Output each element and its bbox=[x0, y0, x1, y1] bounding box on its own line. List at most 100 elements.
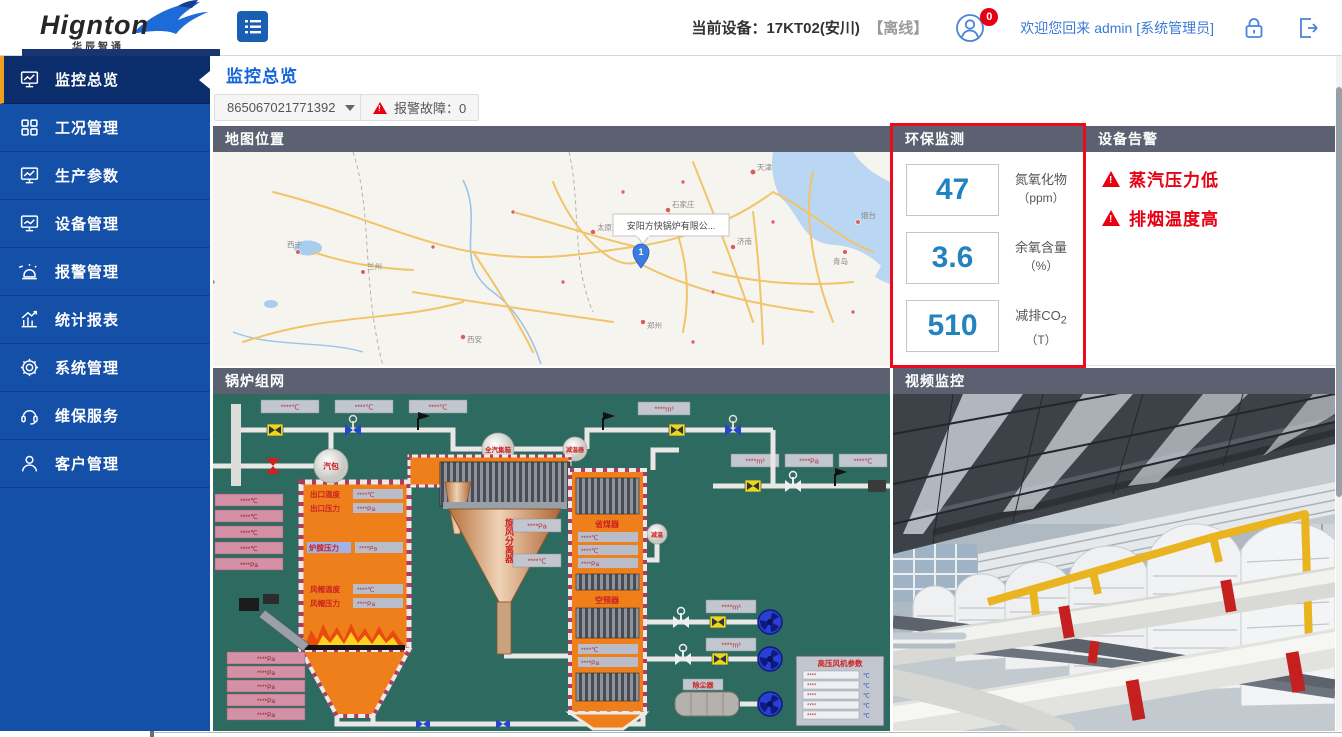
sidebar-item-label: 客户管理 bbox=[55, 453, 119, 474]
sidebar-item-production-params[interactable]: 生产参数 bbox=[0, 152, 210, 200]
svg-text:℃: ℃ bbox=[863, 673, 870, 680]
horizontal-scrollbar-thumb[interactable] bbox=[150, 731, 154, 737]
svg-text:****Pa: ****Pa bbox=[799, 459, 819, 466]
alarm-icon bbox=[18, 261, 40, 283]
grid-icon bbox=[18, 117, 40, 139]
device-select-value: 865067021771392 bbox=[227, 100, 335, 115]
steam-drum: 汽包 bbox=[314, 449, 348, 483]
sidebar-item-statistics[interactable]: 统计报表 bbox=[0, 296, 210, 344]
svg-text:****m³: ****m³ bbox=[721, 605, 741, 612]
username: admin bbox=[1094, 20, 1132, 36]
notification-badge: 0 bbox=[980, 8, 998, 26]
map-canvas[interactable]: 西宁 兰州 西安 太原 石家庄 天津 济南 青岛 烟台 郑州 安阳方快锅炉有限公… bbox=[213, 152, 890, 366]
sidebar-item-label: 系统管理 bbox=[55, 357, 119, 378]
hp-fan-parameter-panel: 高压风机参数 ****℃ ****℃ ****℃ ****℃ ****℃ bbox=[796, 656, 884, 726]
svg-text:安阳方快锅炉有限公...: 安阳方快锅炉有限公... bbox=[627, 220, 716, 231]
svg-text:****℃: ****℃ bbox=[240, 545, 257, 553]
furnace: 出口温度 ****℃ 出口压力 ****Pa 炉膛压力 ****Pa 风帽温度 … bbox=[301, 482, 409, 716]
device-status: 【离线】 bbox=[868, 20, 928, 37]
economizer-airpreheater-column: 省煤器 ****℃ ****℃ ****Pa 空预器 ****℃ ****Pa bbox=[570, 470, 645, 729]
sidebar-toggle-button[interactable] bbox=[237, 11, 268, 42]
metric-co2-label: 减排CO2 （T） bbox=[1003, 306, 1079, 350]
svg-text:****m³: ****m³ bbox=[745, 459, 765, 466]
vertical-scrollbar[interactable] bbox=[1336, 56, 1342, 731]
sidebar-item-customer-mgmt[interactable]: 客户管理 bbox=[0, 440, 210, 488]
device-alerts-panel: 设备告警 蒸汽压力低 排烟温度高 bbox=[1086, 126, 1335, 366]
boiler-network-panel: 锅炉组网 ****℃ ****℃ ****℃ ****m³ ****m³ ***… bbox=[213, 368, 890, 731]
alarm-fault-label: 报警故障：0 bbox=[394, 98, 466, 117]
svg-text:汽包: 汽包 bbox=[323, 461, 339, 471]
svg-text:减温: 减温 bbox=[651, 531, 663, 539]
svg-text:石家庄: 石家庄 bbox=[672, 199, 695, 209]
sidebar-item-condition-mgmt[interactable]: 工况管理 bbox=[0, 104, 210, 152]
alerts-panel-title: 设备告警 bbox=[1086, 126, 1335, 152]
chevron-down-icon bbox=[345, 105, 355, 111]
svg-text:太原: 太原 bbox=[597, 222, 612, 232]
metric-oxygen: 3.6 余氧含量 （%） bbox=[893, 232, 1083, 288]
welcome-text: 欢迎您回来 bbox=[1020, 20, 1090, 36]
metric-oxygen-value: 3.6 bbox=[906, 232, 999, 284]
sidebar-item-label: 监控总览 bbox=[55, 69, 119, 90]
svg-text:高压风机参数: 高压风机参数 bbox=[818, 658, 863, 668]
svg-text:****℃: ****℃ bbox=[854, 459, 873, 466]
svg-text:℃: ℃ bbox=[863, 713, 870, 720]
top-bar: Hignton 华辰智通 当前设备：17KT02(安川) 【离线】 bbox=[0, 0, 1342, 56]
sidebar-item-system-mgmt[interactable]: 系统管理 bbox=[0, 344, 210, 392]
svg-text:****Pa: ****Pa bbox=[257, 712, 275, 719]
device-select-dropdown[interactable]: 865067021771392 bbox=[214, 94, 368, 121]
chart-icon bbox=[18, 309, 40, 331]
notification-user[interactable]: 0 bbox=[954, 12, 994, 44]
svg-text:济南: 济南 bbox=[737, 236, 752, 246]
svg-text:青岛: 青岛 bbox=[833, 256, 848, 266]
sidebar-item-alarm-mgmt[interactable]: 报警管理 bbox=[0, 248, 210, 296]
env-panel-title: 环保监测 bbox=[893, 126, 1083, 152]
svg-text:℃: ℃ bbox=[863, 693, 870, 700]
svg-text:****Pa: ****Pa bbox=[527, 524, 547, 531]
env-panel: 环保监测 47 氮氧化物 （ppm） 3.6 余氧含量 （%） 510 减排CO… bbox=[893, 126, 1083, 366]
svg-text:天津: 天津 bbox=[757, 163, 772, 172]
video-panel-title: 视频监控 bbox=[893, 368, 1335, 394]
sidebar-item-label: 设备管理 bbox=[55, 213, 119, 234]
app-root: Hignton 华辰智通 当前设备：17KT02(安川) 【离线】 bbox=[0, 0, 1342, 737]
svg-text:****℃: ****℃ bbox=[528, 559, 547, 566]
sidebar-item-monitor-overview[interactable]: 监控总览 bbox=[0, 56, 210, 104]
svg-text:郑州: 郑州 bbox=[647, 320, 662, 330]
alert-item: 蒸汽压力低 bbox=[1102, 166, 1335, 191]
sidebar-item-maintenance[interactable]: 维保服务 bbox=[0, 392, 210, 440]
metric-co2: 510 减排CO2 （T） bbox=[893, 300, 1083, 356]
alert-triangle-icon bbox=[1102, 171, 1120, 187]
headset-icon bbox=[18, 405, 40, 427]
vertical-scrollbar-thumb[interactable] bbox=[1336, 87, 1342, 497]
page-title: 监控总览 bbox=[226, 62, 298, 87]
svg-text:风帽温度: 风帽温度 bbox=[310, 584, 340, 594]
svg-text:兰州: 兰州 bbox=[367, 261, 382, 271]
svg-text:****℃: ****℃ bbox=[429, 405, 448, 412]
svg-text:****Pa: ****Pa bbox=[257, 670, 275, 677]
chimney bbox=[231, 404, 241, 486]
metric-nox-label: 氮氧化物 （ppm） bbox=[1003, 170, 1079, 208]
horizontal-scrollbar[interactable] bbox=[150, 732, 1342, 737]
svg-text:****m³: ****m³ bbox=[721, 643, 741, 650]
left-sensor-stack: ****℃ ****℃ ****℃ ****℃ ****Pa bbox=[215, 494, 283, 570]
svg-text:空预器: 空预器 bbox=[595, 595, 620, 605]
monitor-params-icon bbox=[18, 165, 40, 187]
svg-text:****Pa: ****Pa bbox=[257, 698, 275, 705]
svg-text:****: **** bbox=[807, 714, 817, 720]
welcome-message: 欢迎您回来 admin [系统管理员] bbox=[1020, 18, 1214, 38]
svg-text:****Pa: ****Pa bbox=[357, 601, 375, 608]
metric-oxygen-label: 余氧含量 （%） bbox=[1003, 238, 1079, 276]
svg-text:风帽压力: 风帽压力 bbox=[310, 598, 340, 608]
svg-text:****: **** bbox=[807, 684, 817, 690]
svg-text:全汽集箱: 全汽集箱 bbox=[484, 445, 512, 454]
alarm-fault-chip[interactable]: 报警故障：0 bbox=[360, 94, 479, 121]
logout-icon bbox=[1295, 15, 1321, 41]
svg-text:省煤器: 省煤器 bbox=[594, 519, 620, 529]
svg-text:出口压力: 出口压力 bbox=[310, 503, 340, 513]
lock-screen-button[interactable] bbox=[1240, 14, 1268, 42]
logout-button[interactable] bbox=[1294, 14, 1322, 42]
svg-text:出口温度: 出口温度 bbox=[310, 489, 340, 499]
svg-text:****℃: ****℃ bbox=[357, 491, 374, 499]
sidebar-item-device-mgmt[interactable]: 设备管理 bbox=[0, 200, 210, 248]
monitor-overview-icon bbox=[18, 69, 40, 91]
metric-nox-value: 47 bbox=[906, 164, 999, 216]
